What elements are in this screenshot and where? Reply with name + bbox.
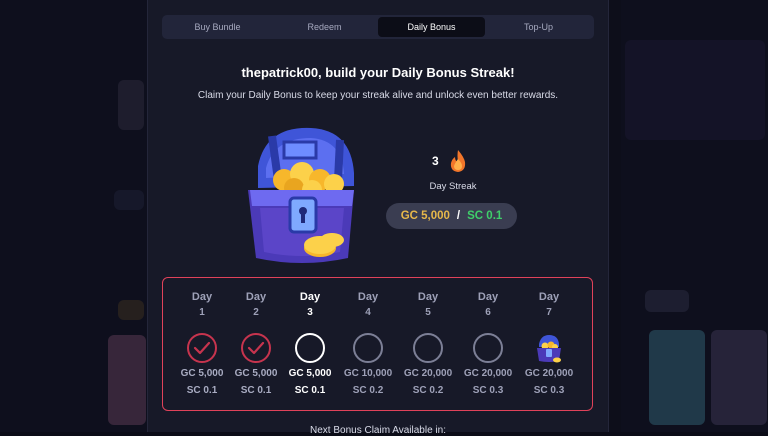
day-number: 3 <box>280 307 340 318</box>
reward-sc: SC 0.1 <box>467 210 502 222</box>
tab-redeem[interactable]: Redeem <box>271 17 378 37</box>
empty-circle-icon <box>472 332 504 364</box>
daily-bonus-modal: Buy Bundle Redeem Daily Bonus Top-Up the… <box>147 0 609 432</box>
day-label: Day <box>172 291 232 303</box>
day-label: Day <box>226 291 286 303</box>
day-number: 7 <box>519 307 579 318</box>
next-claim-label: Next Bonus Claim Available in: <box>148 425 608 436</box>
day-number: 6 <box>458 307 518 318</box>
empty-circle-icon <box>412 332 444 364</box>
day-gc-reward: GC 10,000 <box>334 368 402 379</box>
fire-icon <box>448 149 468 173</box>
day-card-5: Day 5 GC 20,000 SC 0.2 <box>398 278 458 412</box>
day-card-4: Day 4 GC 10,000 SC 0.2 <box>338 278 398 412</box>
day-card-1: Day 1 GC 5,000 SC 0.1 <box>172 278 232 412</box>
day-label: Day <box>280 291 340 303</box>
day-sc-reward: SC 0.1 <box>172 385 232 396</box>
day-card-6: Day 6 GC 20,000 SC 0.3 <box>458 278 518 412</box>
day-number: 2 <box>226 307 286 318</box>
day-card-7: Day 7 GC 20,000 SC 0.3 <box>519 278 579 412</box>
page-subtitle: Claim your Daily Bonus to keep your stre… <box>148 90 608 101</box>
streak-reward-pill: GC 5,000 / SC 0.1 <box>386 203 517 229</box>
tab-top-up[interactable]: Top-Up <box>485 17 592 37</box>
day-sc-reward: SC 0.2 <box>338 385 398 396</box>
tab-bar: Buy Bundle Redeem Daily Bonus Top-Up <box>162 15 594 39</box>
streak-count: 3 <box>432 154 439 168</box>
streak-label: Day Streak <box>408 181 498 192</box>
tab-daily-bonus[interactable]: Daily Bonus <box>378 17 485 37</box>
day-sc-reward: SC 0.3 <box>458 385 518 396</box>
treasure-chest-icon <box>533 332 565 364</box>
day-label: Day <box>519 291 579 303</box>
reward-separator: / <box>457 210 460 222</box>
background-right <box>621 0 768 432</box>
day-sc-reward: SC 0.3 <box>519 385 579 396</box>
day-number: 5 <box>398 307 458 318</box>
day-card-2: Day 2 GC 5,000 SC 0.1 <box>226 278 286 412</box>
day-sc-reward: SC 0.1 <box>226 385 286 396</box>
background-left <box>0 0 147 432</box>
day-sc-reward: SC 0.1 <box>280 385 340 396</box>
day-number: 1 <box>172 307 232 318</box>
day-number: 4 <box>338 307 398 318</box>
page-title: thepatrick00, build your Daily Bonus Str… <box>148 65 608 80</box>
day-sc-reward: SC 0.2 <box>398 385 458 396</box>
current-day-circle-icon <box>294 332 326 364</box>
check-circle-icon <box>240 332 272 364</box>
day-label: Day <box>398 291 458 303</box>
reward-gc: GC 5,000 <box>401 210 450 222</box>
check-circle-icon <box>186 332 218 364</box>
day-gc-reward: GC 20,000 <box>394 368 462 379</box>
empty-circle-icon <box>352 332 384 364</box>
day-gc-reward: GC 20,000 <box>515 368 583 379</box>
tab-buy-bundle[interactable]: Buy Bundle <box>164 17 271 37</box>
day-label: Day <box>458 291 518 303</box>
day-label: Day <box>338 291 398 303</box>
day-card-3[interactable]: Day 3 GC 5,000 SC 0.1 <box>280 278 340 412</box>
treasure-chest-icon <box>236 118 366 268</box>
day-gc-reward: GC 20,000 <box>454 368 522 379</box>
daily-rewards-tracker: Day 1 GC 5,000 SC 0.1 Day 2 GC 5,000 SC … <box>162 277 593 411</box>
